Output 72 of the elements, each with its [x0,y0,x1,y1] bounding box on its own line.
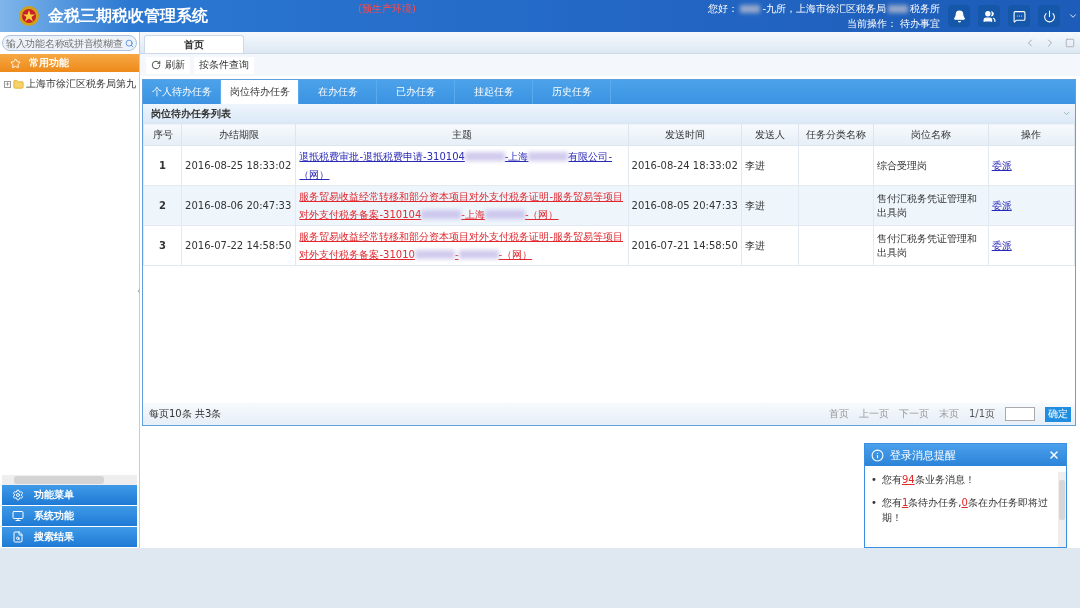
column-header: 操作 [988,123,1075,146]
emblem-icon [18,5,40,27]
chat-icon[interactable] [1008,5,1030,27]
confirm-button[interactable]: 确定 [1045,406,1071,422]
page-input[interactable] [1005,407,1035,421]
popup-title: 登录消息提醒 [890,447,957,463]
table-cell: 2016-08-06 20:47:33 [181,185,296,226]
collapse-handle[interactable] [136,286,141,296]
message-text: 您有1条待办任务,0条在办任务即将过期！ [881,496,1049,525]
query-button[interactable]: 按条件查询 [194,56,254,74]
refresh-button[interactable]: 刷新 [146,56,190,74]
gear-icon [12,489,24,501]
task-tab[interactable]: 岗位待办任务 [221,80,299,104]
bullet-text: • [871,473,877,487]
assign-link[interactable]: 委派 [991,199,1012,211]
table-cell: 2016-07-22 14:58:50 [181,225,296,266]
column-header: 序号 [143,123,182,146]
document-search-icon [12,531,24,543]
table-cell: 1 [143,145,182,186]
greeting-text: 您好： -九所，上海市徐汇区税务局 税务所 [708,1,940,16]
panel-title: 岗位待办任务列表 [151,106,231,121]
refresh-icon [151,60,161,70]
table-cell: 2016-08-05 20:47:33 [628,185,742,226]
page-tab[interactable]: 首页 [144,35,244,53]
table-cell: 2016-08-24 18:33:02 [628,145,742,186]
menu-bar[interactable]: 搜索结果 [2,527,137,547]
star-icon [10,57,21,69]
power-icon[interactable] [1038,5,1060,27]
page-summary: 每页10条 共3条 [149,407,222,421]
pager-link[interactable]: 末页 [938,407,959,421]
column-header: 办结期限 [181,123,296,146]
column-header: 主题 [295,123,629,146]
table-cell: 售付汇税务凭证管理和出具岗 [873,185,989,226]
menu-bar[interactable]: 功能菜单 [2,485,137,505]
table-cell: 李进 [741,225,799,266]
app-title: 金税三期税收管理系统 [48,5,208,27]
expand-icon[interactable] [4,80,11,88]
column-header: 发送人 [741,123,799,146]
search-icon[interactable] [125,38,134,48]
table-cell: 李进 [741,145,799,186]
message-text: 您有94条业务消息！ [881,473,975,487]
table-cell: 2 [143,185,182,226]
pager-link[interactable]: 首页 [828,407,849,421]
page-number: 1/1页 [968,407,995,421]
column-header: 岗位名称 [873,123,989,146]
info-icon [871,448,884,462]
section-header[interactable]: 常用功能 [0,54,139,72]
table-cell: 综合受理岗 [873,145,989,186]
monitor-icon [12,510,24,522]
vertical-scrollbar[interactable] [1058,472,1066,547]
table-cell: 售付汇税务凭证管理和出具岗 [873,225,989,266]
assign-link[interactable]: 委派 [991,159,1012,171]
collapse-icon[interactable] [1062,109,1071,118]
search-field[interactable]: 输入功能名称或拼音模糊查 [2,35,137,51]
table-cell: 3 [143,225,182,266]
current-operation: 当前操作： 待办事宜 [846,16,940,31]
table-cell: 2016-07-21 14:58:50 [628,225,742,266]
folder-icon [13,78,24,90]
tree-item[interactable]: 上海市徐汇区税务局第九 [26,77,136,91]
bell-icon[interactable] [948,5,970,27]
users-icon[interactable] [978,5,1000,27]
column-header: 发送时间 [628,123,742,146]
environment-label: (预生产环境) [358,2,416,16]
horizontal-scrollbar[interactable] [2,475,137,485]
table-cell: 2016-08-25 18:33:02 [181,145,296,186]
bullet-text: • [871,496,877,510]
close-icon[interactable] [1048,449,1060,461]
dropdown-icon[interactable] [1068,11,1078,21]
table-cell: 李进 [741,185,799,226]
menu-bar[interactable]: 系统功能 [2,506,137,526]
assign-link[interactable]: 委派 [991,239,1012,251]
column-header: 任务分类名称 [798,123,874,146]
